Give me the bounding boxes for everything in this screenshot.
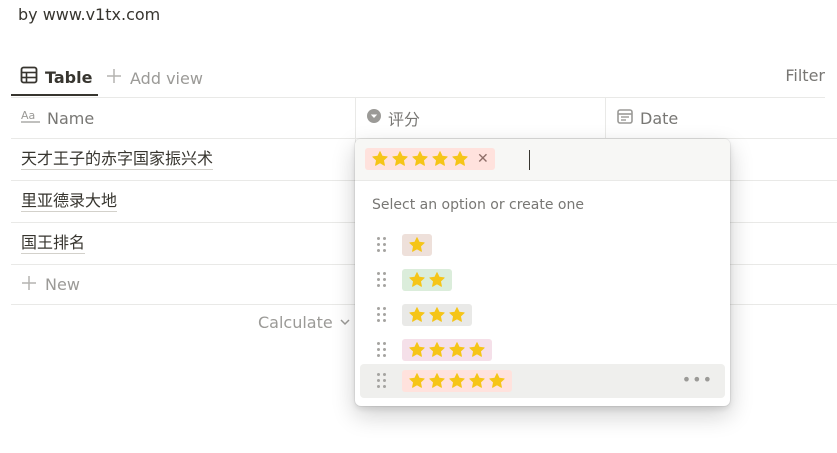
row-title: 国王排名 [21, 233, 86, 254]
tab-table-label: Table [45, 67, 93, 87]
star-icon [428, 341, 446, 359]
plus-icon [106, 68, 122, 88]
star-rating [408, 372, 506, 390]
table-icon [20, 66, 38, 88]
star-icon [428, 271, 446, 289]
select-search-input[interactable]: ✕ [355, 139, 730, 181]
star-icon [408, 236, 426, 254]
row-title: 天才王子的赤字国家振兴术 [21, 149, 214, 170]
star-icon [468, 341, 486, 359]
select-option[interactable] [360, 298, 725, 332]
filter-button[interactable]: Filter [785, 60, 825, 90]
star-rating [371, 150, 469, 168]
option-pill [402, 339, 492, 361]
option-pill [402, 370, 512, 392]
star-icon [431, 150, 449, 168]
star-rating [408, 306, 466, 324]
row-name-cell[interactable]: 天才王子的赤字国家振兴术 [21, 139, 214, 180]
calendar-icon [616, 107, 634, 129]
star-icon [468, 372, 486, 390]
star-rating [408, 271, 446, 289]
column-header-label: Date [640, 108, 679, 128]
column-header-rating[interactable]: 评分 [355, 98, 605, 138]
row-name-cell[interactable]: 国王排名 [21, 223, 86, 264]
star-icon [408, 306, 426, 324]
table-header: Aa Name 评分 Date [11, 98, 837, 139]
drag-handle-icon[interactable] [377, 237, 387, 253]
dropdown-hint: Select an option or create one [372, 197, 584, 213]
row-name-cell[interactable]: 里亚德录大地 [21, 181, 118, 222]
star-icon [391, 150, 409, 168]
star-icon [371, 150, 389, 168]
calculate-label: Calculate [258, 313, 333, 332]
select-property-icon [366, 108, 382, 128]
star-icon [488, 372, 506, 390]
drag-handle-icon[interactable] [377, 342, 387, 358]
text-caret [529, 150, 530, 170]
select-option[interactable] [360, 263, 725, 297]
more-horizontal-icon[interactable]: ••• [682, 371, 713, 389]
tab-table[interactable]: Table [11, 60, 98, 96]
star-icon [408, 372, 426, 390]
star-icon [448, 372, 466, 390]
star-icon [448, 341, 466, 359]
select-option[interactable] [360, 228, 725, 262]
svg-text:Aa: Aa [21, 109, 35, 122]
column-header-label: 评分 [388, 110, 421, 129]
add-view-button[interactable]: Add view [106, 60, 203, 96]
star-icon [408, 271, 426, 289]
select-option[interactable]: ••• [360, 364, 725, 398]
drag-handle-icon[interactable] [377, 307, 387, 323]
calculate-button[interactable]: Calculate [258, 313, 351, 332]
option-pill [402, 269, 452, 291]
star-icon [411, 150, 429, 168]
star-rating [408, 236, 426, 254]
column-header-date[interactable]: Date [605, 98, 837, 138]
plus-icon [21, 275, 37, 295]
add-view-label: Add view [130, 68, 203, 88]
row-title: 里亚德录大地 [21, 191, 118, 212]
star-icon [428, 306, 446, 324]
option-pill [402, 304, 472, 326]
star-icon [448, 306, 466, 324]
text-property-icon: Aa [21, 108, 41, 128]
selected-option-chip: ✕ [365, 148, 495, 170]
drag-handle-icon[interactable] [377, 373, 387, 389]
byline: by www.v1tx.com [18, 5, 161, 24]
drag-handle-icon[interactable] [377, 272, 387, 288]
column-header-label: Name [47, 108, 95, 128]
star-rating [408, 341, 486, 359]
option-pill [402, 234, 432, 256]
star-icon [408, 341, 426, 359]
new-row-label: New [45, 275, 80, 294]
star-icon [428, 372, 446, 390]
view-tabs: Table Add view Filter [11, 52, 825, 98]
remove-option-icon[interactable]: ✕ [477, 148, 489, 170]
column-header-name[interactable]: Aa Name [11, 98, 355, 138]
chevron-down-icon [339, 313, 351, 332]
star-icon [451, 150, 469, 168]
select-option[interactable] [360, 333, 725, 367]
select-dropdown: ✕ Select an option or create one ••• [355, 139, 730, 406]
